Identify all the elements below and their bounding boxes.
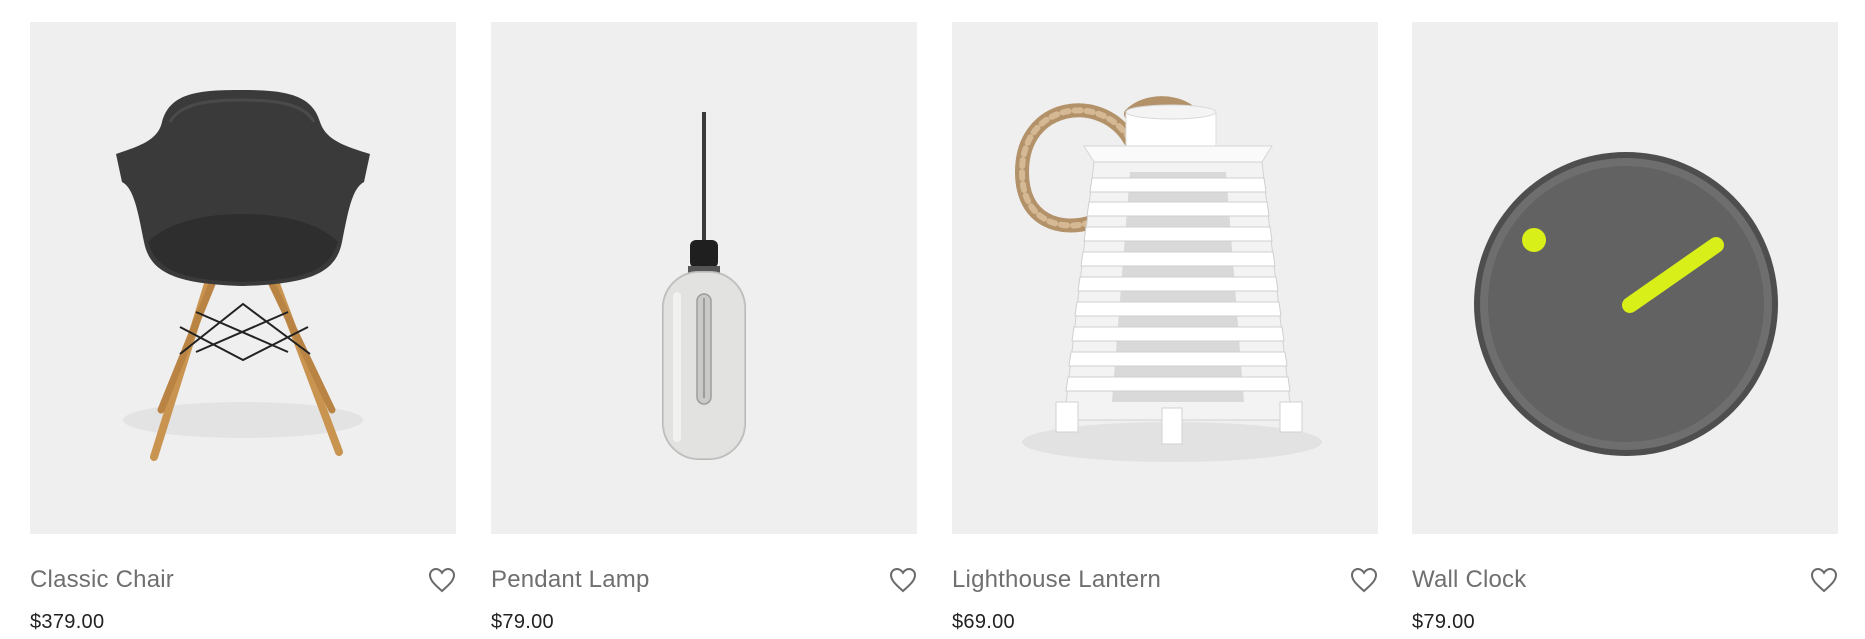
product-info: Pendant Lamp $79.00 [491,534,917,634]
product-image-wall-clock[interactable] [1412,22,1838,534]
product-info: Classic Chair $379.00 [30,534,456,634]
heart-icon[interactable] [428,567,456,593]
clock-icon [1474,152,1778,456]
product-info: Wall Clock $79.00 [1412,534,1838,634]
product-price: $69.00 [952,611,1015,633]
product-card-wall-clock[interactable]: Wall Clock $79.00 [1412,22,1838,634]
product-name[interactable]: Lighthouse Lantern [952,566,1161,594]
product-card-lighthouse-lantern[interactable]: Lighthouse Lantern $69.00 [952,22,1378,634]
product-name[interactable]: Pendant Lamp [491,566,650,594]
product-image-classic-chair[interactable] [30,22,456,534]
chair-icon [116,90,370,461]
product-grid: Classic Chair $379.00 Pendant Lamp $79.0… [0,0,1865,639]
heart-icon[interactable] [889,567,917,593]
pendant-lamp-icon [662,112,746,460]
product-name[interactable]: Classic Chair [30,566,174,594]
product-price: $79.00 [1412,611,1475,633]
heart-icon[interactable] [1350,567,1378,593]
product-name[interactable]: Wall Clock [1412,566,1526,594]
product-info: Lighthouse Lantern $69.00 [952,534,1378,634]
heart-icon[interactable] [1810,567,1838,593]
lantern-icon [1014,96,1322,462]
product-price: $79.00 [491,611,554,633]
product-price: $379.00 [30,611,105,633]
product-image-pendant-lamp[interactable] [491,22,917,534]
product-card-classic-chair[interactable]: Classic Chair $379.00 [30,22,456,634]
product-card-pendant-lamp[interactable]: Pendant Lamp $79.00 [491,22,917,634]
product-image-lighthouse-lantern[interactable] [952,22,1378,534]
